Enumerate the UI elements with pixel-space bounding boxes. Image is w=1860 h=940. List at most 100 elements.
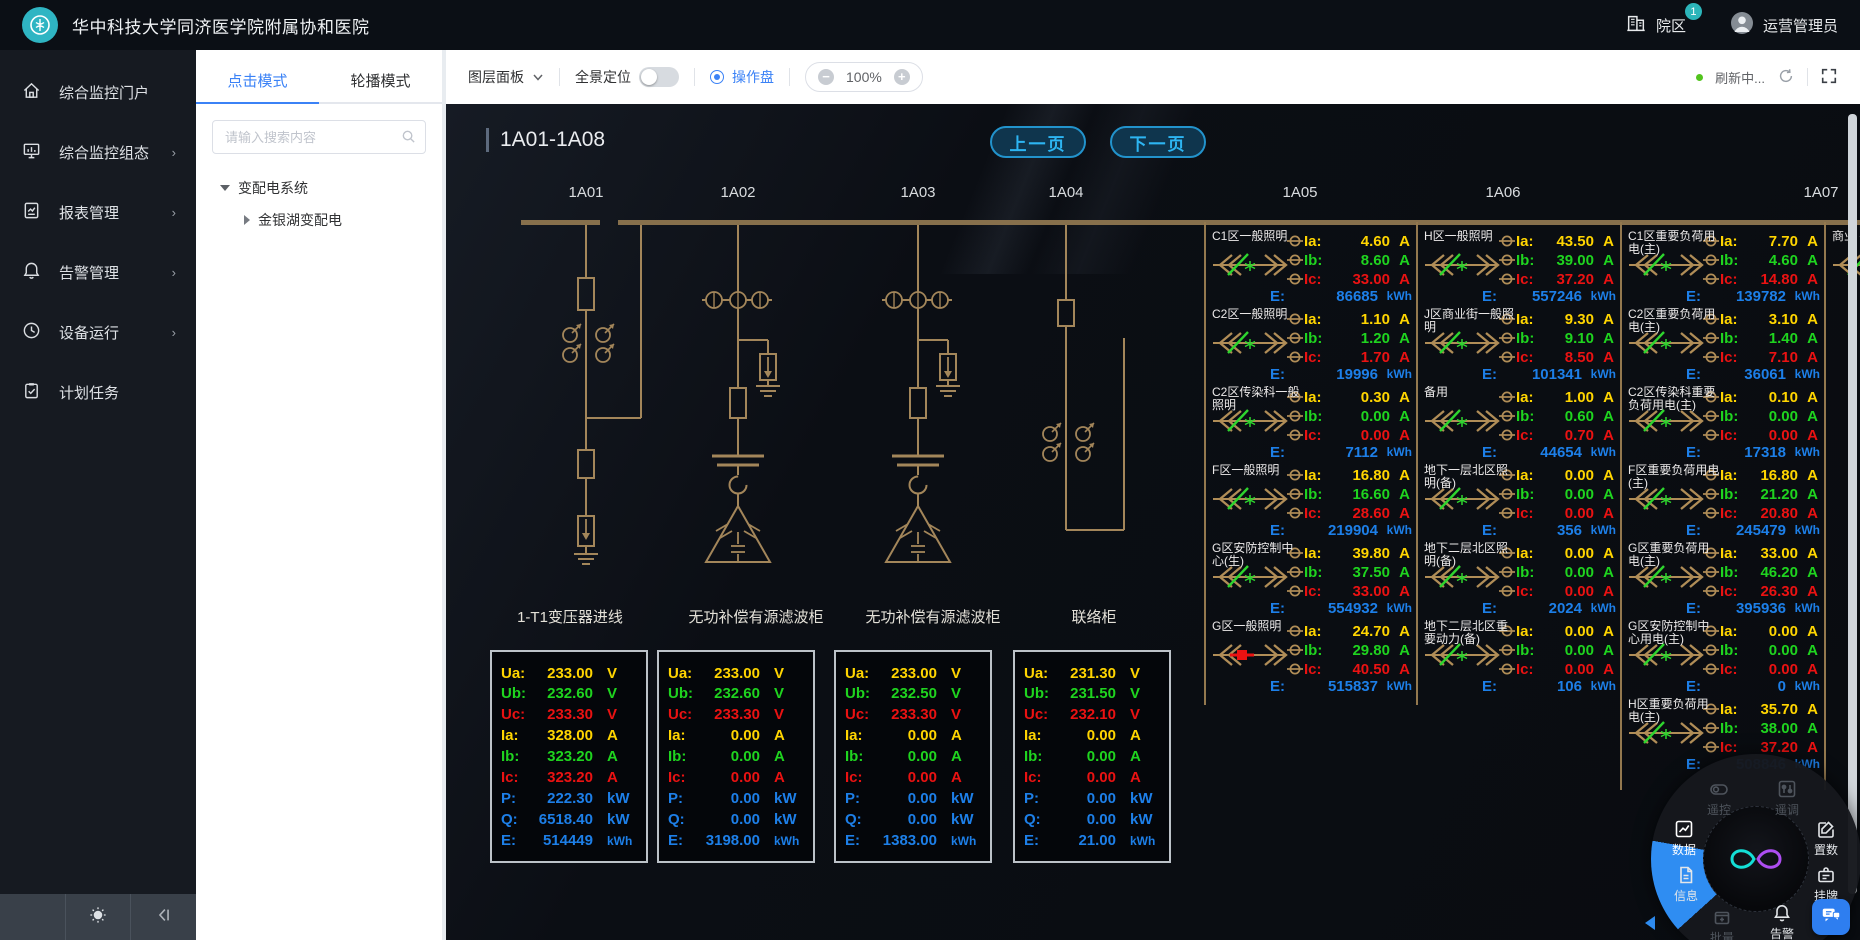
- radial-item-icon: [1657, 819, 1711, 839]
- next-page-button[interactable]: 下一页: [1110, 126, 1206, 158]
- meter-row-Q: Q:0.00kW: [845, 809, 981, 829]
- zoom-in-button[interactable]: +: [894, 69, 910, 85]
- energy-reading: E:557246kWh: [1482, 287, 1616, 305]
- refresh-icon[interactable]: [1777, 67, 1795, 88]
- collapse-sidebar-button[interactable]: [130, 894, 196, 940]
- zoom-out-button[interactable]: −: [818, 69, 834, 85]
- phase-ia-reading: Ia:24.70A: [1304, 622, 1410, 641]
- feeder-label: C2区传染科重要负荷用电(主): [1628, 386, 1720, 412]
- caret-down-icon: [220, 185, 230, 191]
- feeder-label: H区一般照明: [1424, 230, 1516, 243]
- energy-reading: E:17318kWh: [1686, 443, 1820, 461]
- layer-panel-dropdown[interactable]: 图层面板: [468, 67, 544, 87]
- phase-ib-reading: Ib:37.50A: [1304, 563, 1410, 582]
- meter-row-P: P:0.00kW: [845, 788, 981, 808]
- chat-button[interactable]: [1812, 899, 1850, 935]
- search-input[interactable]: [212, 120, 426, 154]
- chevron-right-icon: ›: [172, 205, 176, 220]
- energy-reading: E:245479kWh: [1686, 521, 1820, 539]
- theme-toggle-button[interactable]: [65, 894, 131, 940]
- phase-ib-reading: Ib:0.00A: [1516, 641, 1614, 660]
- phase-ib-reading: Ib:0.00A: [1304, 407, 1410, 426]
- radial-item-8[interactable]: 告警: [1755, 903, 1809, 940]
- feeder-row: F区重要负荷用电(主)Ia:16.80AIb:21.20AIc:20.80AE:…: [1624, 462, 1824, 540]
- canvas-scrollbar[interactable]: [1848, 114, 1857, 894]
- tree-panel: 点击模式 轮播模式 变配电系统 金银湖变配电: [196, 50, 446, 940]
- meter-row-Ic: Ic:0.00A: [845, 767, 981, 787]
- bus-label-1A07: 1A07: [1803, 184, 1838, 201]
- bus-label-1A06: 1A06: [1485, 184, 1520, 201]
- radial-item-4[interactable]: 置数: [1799, 819, 1853, 858]
- zoom-level: 100%: [846, 69, 882, 85]
- tab-carousel-mode[interactable]: 轮播模式: [319, 58, 442, 104]
- header-right: 院区 1 运营管理员: [1625, 11, 1838, 39]
- feeder-label: F区一般照明: [1212, 464, 1304, 477]
- meter-row-Ia: Ia:0.00A: [1024, 726, 1160, 746]
- tree-node-power-system[interactable]: 变配电系统: [196, 172, 442, 204]
- page-title: 华中科技大学同济医学院附属协和医院: [72, 13, 370, 38]
- sidebar-item-5[interactable]: 设备运行›: [0, 302, 196, 362]
- operation-disc-radio[interactable]: 操作盘: [710, 67, 774, 87]
- phase-ia-reading: Ia:0.00A: [1516, 466, 1614, 485]
- phase-ib-reading: Ib:39.00A: [1516, 251, 1614, 270]
- fullscreen-icon[interactable]: [1820, 67, 1838, 88]
- energy-reading: E:219904kWh: [1270, 521, 1412, 539]
- search-box: [212, 120, 426, 154]
- prev-page-button[interactable]: 上一页: [990, 126, 1086, 158]
- sidebar-item-1[interactable]: 综合监控门户: [0, 62, 196, 122]
- meter-row-Uc: Uc:233.30V: [845, 705, 981, 725]
- feeder-label: 地下二层北区重要动力(备): [1424, 620, 1516, 646]
- feeder-label: C1区重要负荷用电(主): [1628, 230, 1720, 256]
- bus-label-1A02: 1A02: [720, 184, 755, 201]
- energy-reading: E:139782kWh: [1686, 287, 1820, 305]
- radial-item-label: 遥调: [1760, 801, 1814, 818]
- panorama-toggle[interactable]: [639, 67, 679, 87]
- meter-row-Ub: Ub:232.60V: [501, 684, 637, 704]
- chevron-down-icon: [532, 71, 544, 83]
- feeder-row: C1区重要负荷用电(主)Ia:7.70AIb:4.60AIc:14.80AE:1…: [1624, 228, 1824, 306]
- radial-item-icon: [1760, 779, 1814, 799]
- feeder-row: G区安防控制中心用电(主)Ia:0.00AIb:0.00AIc:0.00AE:0…: [1624, 618, 1824, 696]
- panorama-control: 全景定位: [575, 67, 679, 87]
- phase-ia-reading: Ia:0.10A: [1720, 388, 1818, 407]
- sidebar-item-label: 计划任务: [59, 382, 119, 403]
- radial-item-1[interactable]: 遥控: [1692, 779, 1746, 818]
- infinity-logo-icon: [1724, 839, 1788, 879]
- feeder-label: 地下一层北区照明(备): [1424, 464, 1516, 490]
- feeder-row: 备用Ia:1.00AIb:0.60AIc:0.70AE:44654kWh: [1420, 384, 1620, 462]
- main-area: 图层面板 全景定位 操作盘 − 100% +: [446, 50, 1860, 940]
- meter-box-4: Ua:231.30VUb:231.50VUc:232.10VIa:0.00AIb…: [1013, 650, 1171, 863]
- sidebar-item-4[interactable]: 告警管理›: [0, 242, 196, 302]
- phase-ib-reading: Ib:21.20A: [1720, 485, 1818, 504]
- sidebar-footer: [0, 894, 196, 940]
- sidebar-item-2[interactable]: 综合监控组态›: [0, 122, 196, 182]
- meter-row-Ic: Ic:0.00A: [1024, 767, 1160, 787]
- radial-item-3[interactable]: 数据: [1657, 819, 1711, 858]
- energy-reading: E:7112kWh: [1270, 443, 1412, 461]
- meter-row-Ua: Ua:233.00V: [845, 663, 981, 683]
- radial-item-label: 数据: [1657, 841, 1711, 858]
- phase-ia-reading: Ia:7.70A: [1720, 232, 1818, 251]
- feeder-row: 地下二层北区重要动力(备)Ia:0.00AIb:0.00AIc:0.00AE:1…: [1420, 618, 1620, 696]
- feeder-column-1A06: H区一般照明Ia:43.50AIb:39.00AIc:37.20AE:55724…: [1416, 222, 1620, 705]
- feeder-label: C2区一般照明: [1212, 308, 1304, 321]
- phase-ib-reading: Ib:16.60A: [1304, 485, 1410, 504]
- sidebar-item-6[interactable]: 计划任务: [0, 362, 196, 422]
- radial-item-icon: [1755, 903, 1809, 923]
- chevron-right-icon: ›: [172, 325, 176, 340]
- tab-click-mode[interactable]: 点击模式: [196, 58, 319, 104]
- radial-item-7[interactable]: 批量: [1695, 907, 1749, 940]
- tree-node-jinyinhu[interactable]: 金银湖变配电: [196, 204, 442, 236]
- user-menu[interactable]: 运营管理员: [1730, 11, 1838, 39]
- radial-item-5[interactable]: 信息: [1659, 865, 1713, 904]
- cabinet-label: 无功补偿有源滤波柜: [661, 606, 851, 627]
- pointer-triangle: [1645, 916, 1655, 930]
- sidebar-item-3[interactable]: 报表管理›: [0, 182, 196, 242]
- campus-button[interactable]: 院区 1: [1625, 12, 1686, 38]
- feeder-row: F区一般照明Ia:16.80AIb:16.60AIc:28.60AE:21990…: [1208, 462, 1416, 540]
- chevron-right-icon: ›: [172, 145, 176, 160]
- avatar-icon: [1730, 11, 1754, 39]
- radial-item-2[interactable]: 遥调: [1760, 779, 1814, 818]
- phase-ia-reading: Ia:1.10A: [1304, 310, 1410, 329]
- feeder-row: 地下一层北区照明(备)Ia:0.00AIb:0.00AIc:0.00AE:356…: [1420, 462, 1620, 540]
